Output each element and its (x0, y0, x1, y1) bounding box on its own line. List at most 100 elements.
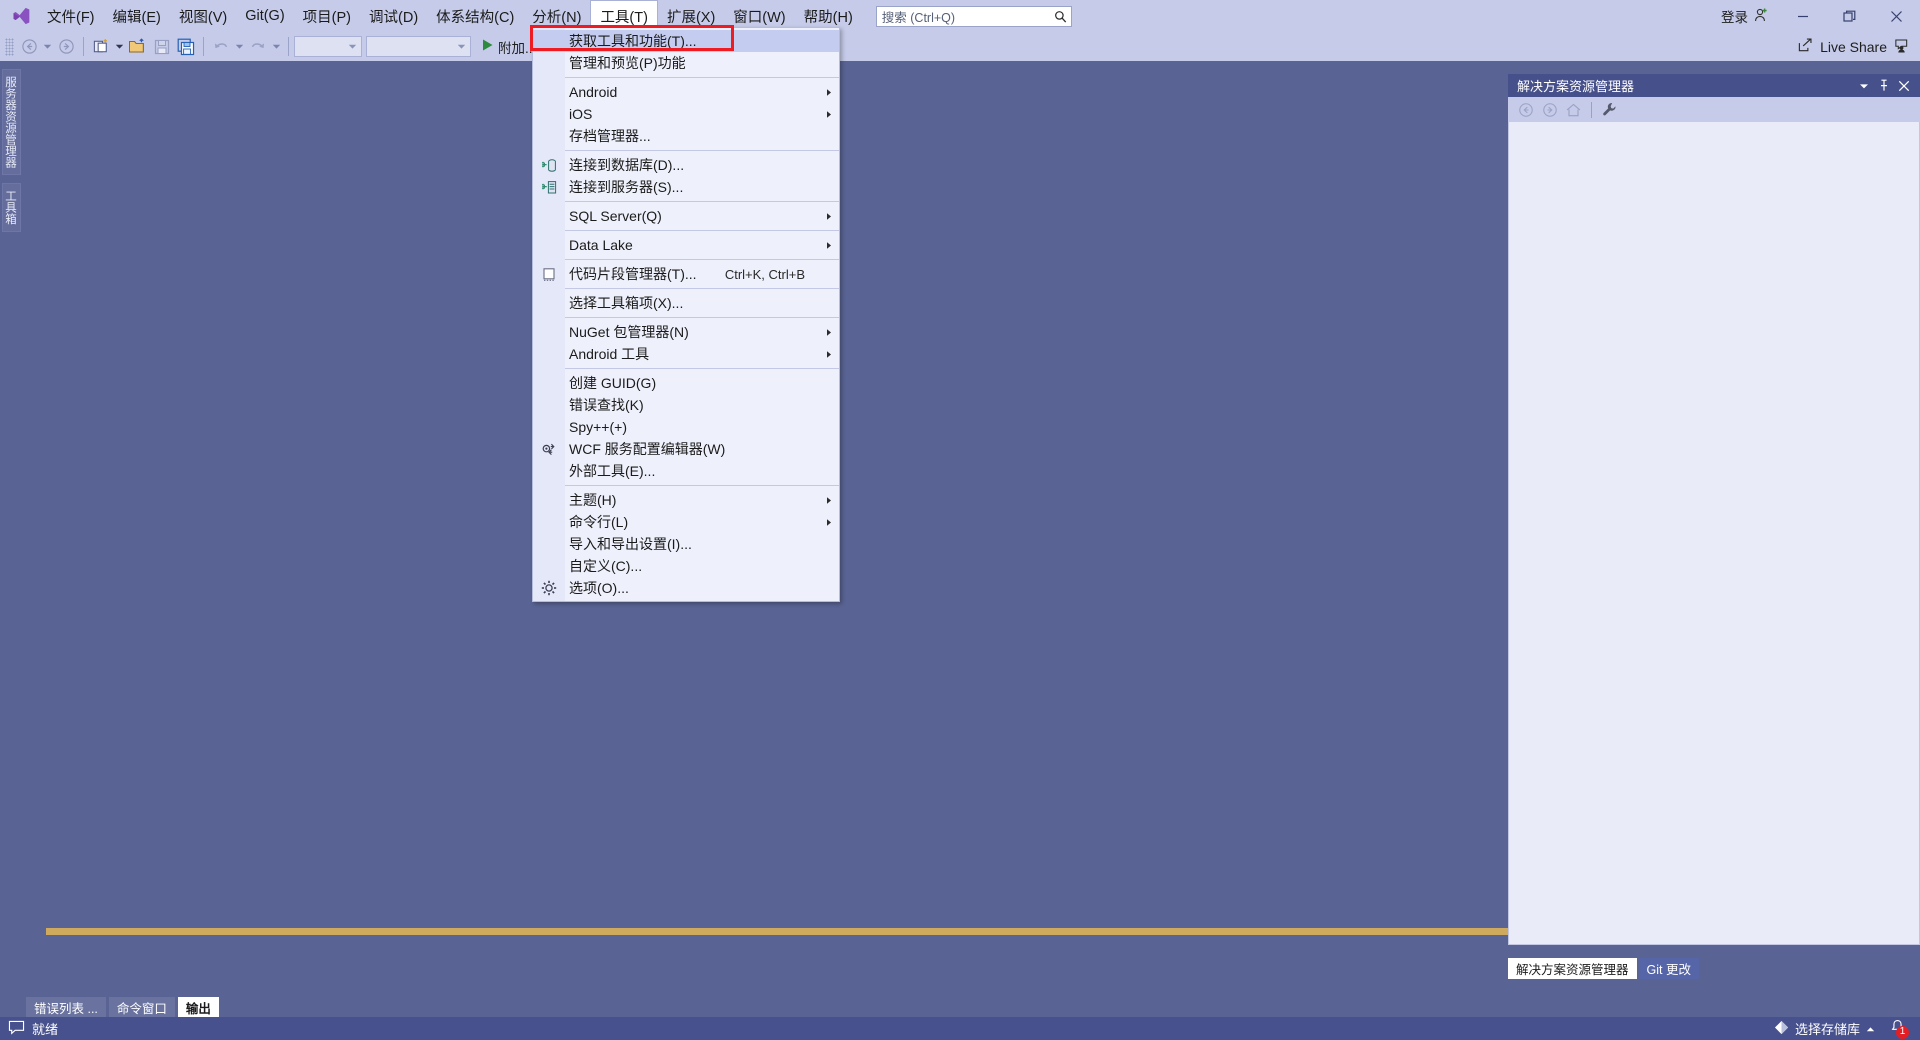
navigate-back-dropdown-icon[interactable] (41, 43, 54, 50)
minimize-button[interactable] (1779, 0, 1826, 32)
menu-item-5[interactable]: 连接到数据库(D)... (533, 154, 839, 176)
save-all-icon[interactable] (174, 34, 198, 60)
navigate-back-icon[interactable] (1515, 99, 1536, 120)
tab-git-changes-label: Git 更改 (1646, 963, 1691, 977)
menu-item-icon-empty (533, 372, 565, 394)
sidebar-tab-server-explorer[interactable]: 服务器资源管理器 (2, 69, 21, 175)
submenu-arrow-icon (819, 328, 839, 337)
menu-view[interactable]: 视图(V) (170, 0, 236, 32)
menu-item-18[interactable]: 主题(H) (533, 489, 839, 511)
menu-project[interactable]: 项目(P) (294, 0, 360, 32)
menu-item-22[interactable]: 选项(O)... (533, 577, 839, 599)
home-icon[interactable] (1563, 99, 1584, 120)
sign-in-button[interactable]: 登录 (1711, 6, 1779, 26)
select-repository-button[interactable]: 选择存储库 (1774, 1019, 1875, 1038)
global-search[interactable]: 搜索 (Ctrl+Q) (875, 5, 1072, 27)
menu-item-1[interactable]: 管理和预览(P)功能 (533, 52, 839, 74)
menu-item-label: 代码片段管理器(T)... (569, 266, 697, 282)
menu-item-icon-empty (533, 555, 565, 577)
redo-dropdown-icon[interactable] (270, 43, 283, 50)
navigate-back-icon[interactable] (17, 34, 41, 60)
solution-explorer-tree[interactable] (1508, 122, 1920, 945)
menu-edit[interactable]: 编辑(E) (104, 0, 170, 32)
maximize-restore-button[interactable] (1826, 0, 1873, 32)
solution-configuration-combo[interactable] (294, 36, 362, 57)
tab-error-list[interactable]: 错误列表 ... (26, 997, 106, 1018)
menu-item-4[interactable]: 存档管理器... (533, 125, 839, 147)
menu-separator (565, 150, 839, 151)
tab-command-window[interactable]: 命令窗口 (108, 997, 175, 1018)
notifications-button[interactable]: 1 (1884, 1019, 1910, 1039)
menu-item-0[interactable]: 获取工具和功能(T)... (533, 30, 839, 52)
menu-item-8[interactable]: Data Lake (533, 234, 839, 256)
repository-icon (1774, 1020, 1789, 1038)
navigate-forward-icon[interactable] (1539, 99, 1560, 120)
tab-git-changes[interactable]: Git 更改 (1638, 958, 1699, 979)
navigate-forward-icon[interactable] (54, 34, 78, 60)
submenu-arrow-icon (819, 88, 839, 97)
search-input[interactable]: 搜索 (Ctrl+Q) (875, 5, 1072, 27)
wrench-icon[interactable] (1599, 99, 1620, 120)
menu-item-label: 获取工具和功能(T)... (569, 33, 697, 49)
menu-item-icon-empty (533, 125, 565, 147)
live-share-button[interactable]: Live Share (1797, 37, 1920, 56)
menu-architecture[interactable]: 体系结构(C) (427, 0, 523, 32)
menu-item-12[interactable]: Android 工具 (533, 343, 839, 365)
close-icon[interactable] (1894, 76, 1914, 96)
undo-icon[interactable] (209, 34, 233, 60)
menu-item-19[interactable]: 命令行(L) (533, 511, 839, 533)
select-repository-label: 选择存储库 (1794, 1022, 1860, 1037)
menu-item-3[interactable]: iOS (533, 103, 839, 125)
search-icon (1054, 9, 1067, 24)
menu-item-icon-empty (533, 416, 565, 438)
menu-item-label: 导入和导出设置(I)... (569, 536, 692, 552)
menu-item-15[interactable]: Spy++(+) (533, 416, 839, 438)
share-user-icon[interactable] (1893, 37, 1910, 56)
tab-solution-explorer[interactable]: 解决方案资源管理器 (1508, 958, 1637, 979)
solution-platform-combo[interactable] (366, 36, 471, 57)
tab-output[interactable]: 输出 (177, 997, 219, 1018)
menu-separator (565, 259, 839, 260)
menu-item-21[interactable]: 自定义(C)... (533, 555, 839, 577)
menu-item-icon-empty (533, 343, 565, 365)
toolbar-separator (203, 37, 204, 56)
menu-item-label: 命令行(L) (569, 514, 629, 530)
menu-item-14[interactable]: 错误查找(K) (533, 394, 839, 416)
menu-debug[interactable]: 调试(D) (360, 0, 427, 32)
menu-item-20[interactable]: 导入和导出设置(I)... (533, 533, 839, 555)
menu-item-icon-empty (533, 321, 565, 343)
title-bar: 文件(F) 编辑(E) 视图(V) Git(G) 项目(P) 调试(D) 体系结… (0, 0, 1920, 32)
new-project-icon[interactable] (89, 34, 113, 60)
chevron-down-icon[interactable] (1854, 76, 1874, 96)
menu-item-13[interactable]: 创建 GUID(G) (533, 372, 839, 394)
menu-item-icon-empty (533, 81, 565, 103)
tab-solution-explorer-label: 解决方案资源管理器 (1516, 963, 1629, 977)
close-button[interactable] (1873, 0, 1920, 32)
menu-item-label: 错误查找(K) (569, 397, 644, 413)
menu-item-9[interactable]: 代码片段管理器(T)... Ctrl+K, Ctrl+B (533, 263, 839, 285)
sidebar-tab-toolbox[interactable]: 工具箱 (2, 183, 21, 232)
menu-item-17[interactable]: 外部工具(E)... (533, 460, 839, 482)
menu-git[interactable]: Git(G) (236, 0, 293, 32)
pin-icon[interactable] (1874, 76, 1894, 96)
output-horizontal-scrollbar[interactable] (46, 928, 1524, 935)
menu-item-icon-empty (533, 511, 565, 533)
toolbar-separator (288, 37, 289, 56)
menu-item-10[interactable]: 选择工具箱项(X)... (533, 292, 839, 314)
undo-dropdown-icon[interactable] (233, 43, 246, 50)
open-folder-icon[interactable] (126, 34, 150, 60)
menu-item-2[interactable]: Android (533, 81, 839, 103)
new-project-dropdown-icon[interactable] (113, 43, 126, 50)
menu-item-7[interactable]: SQL Server(Q) (533, 205, 839, 227)
menu-item-label: 连接到服务器(S)... (569, 179, 684, 195)
toolbar-grip[interactable] (5, 37, 14, 56)
menu-item-icon-empty (533, 533, 565, 555)
menu-item-16[interactable]: WCF 服务配置编辑器(W) (533, 438, 839, 460)
save-icon[interactable] (150, 34, 174, 60)
menu-item-6[interactable]: 连接到服务器(S)... (533, 176, 839, 198)
menu-file[interactable]: 文件(F) (38, 0, 104, 32)
connect-server-icon (533, 176, 565, 198)
redo-icon[interactable] (246, 34, 270, 60)
visual-studio-logo-icon (4, 0, 38, 32)
menu-item-11[interactable]: NuGet 包管理器(N) (533, 321, 839, 343)
